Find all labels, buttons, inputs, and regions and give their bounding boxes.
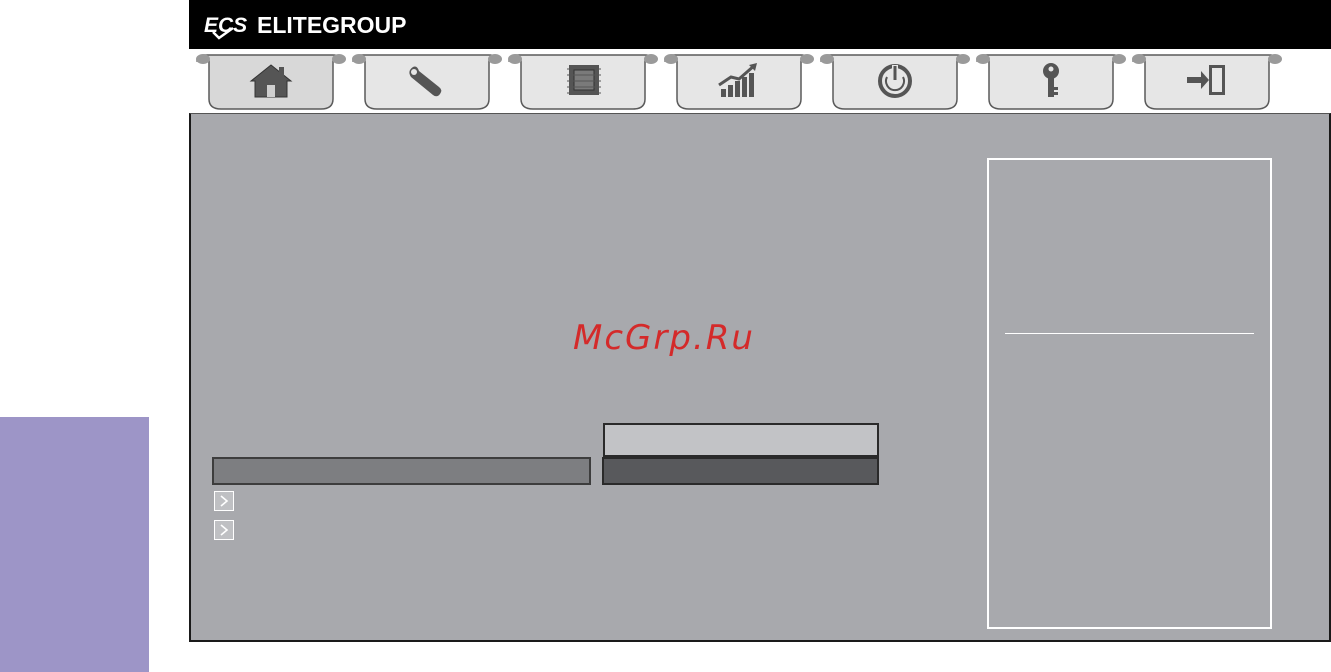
ecs-logo: ECS ELITEGROUP — [203, 7, 407, 43]
chevron-right-icon — [220, 524, 229, 536]
brand-name: ELITEGROUP — [257, 11, 407, 38]
tab-mib[interactable] — [661, 49, 817, 113]
performance-chart-icon — [718, 63, 757, 97]
tab-security[interactable] — [973, 49, 1129, 113]
wrench-icon — [409, 66, 442, 97]
submenu-entry-2[interactable] — [214, 520, 234, 540]
tab-exit[interactable] — [1129, 49, 1285, 113]
submenu-entry-1[interactable] — [214, 491, 234, 511]
tab-chipset[interactable] — [505, 49, 661, 113]
tab-main[interactable] — [193, 49, 349, 113]
chip-icon — [567, 65, 601, 95]
watermark-text: McGrp.Ru — [573, 318, 755, 358]
bios-header: ECS ELITEGROUP — [189, 0, 1331, 49]
bios-main-panel: McGrp.Ru — [189, 113, 1331, 642]
help-panel — [987, 158, 1272, 629]
tab-advanced[interactable] — [349, 49, 505, 113]
home-icon — [249, 64, 293, 98]
tab-boot[interactable] — [817, 49, 973, 113]
side-page-tab — [0, 417, 149, 672]
key-icon — [1043, 63, 1059, 97]
setting-value-box[interactable] — [603, 423, 879, 457]
power-icon — [878, 64, 912, 98]
chevron-right-icon — [220, 495, 229, 507]
ecs-logo-mark: ECS — [203, 10, 249, 40]
help-divider — [1005, 333, 1254, 334]
selected-setting-value[interactable] — [602, 457, 879, 485]
bios-tab-bar — [189, 49, 1331, 113]
exit-door-icon — [1187, 65, 1225, 95]
selected-setting-row[interactable] — [212, 457, 591, 485]
